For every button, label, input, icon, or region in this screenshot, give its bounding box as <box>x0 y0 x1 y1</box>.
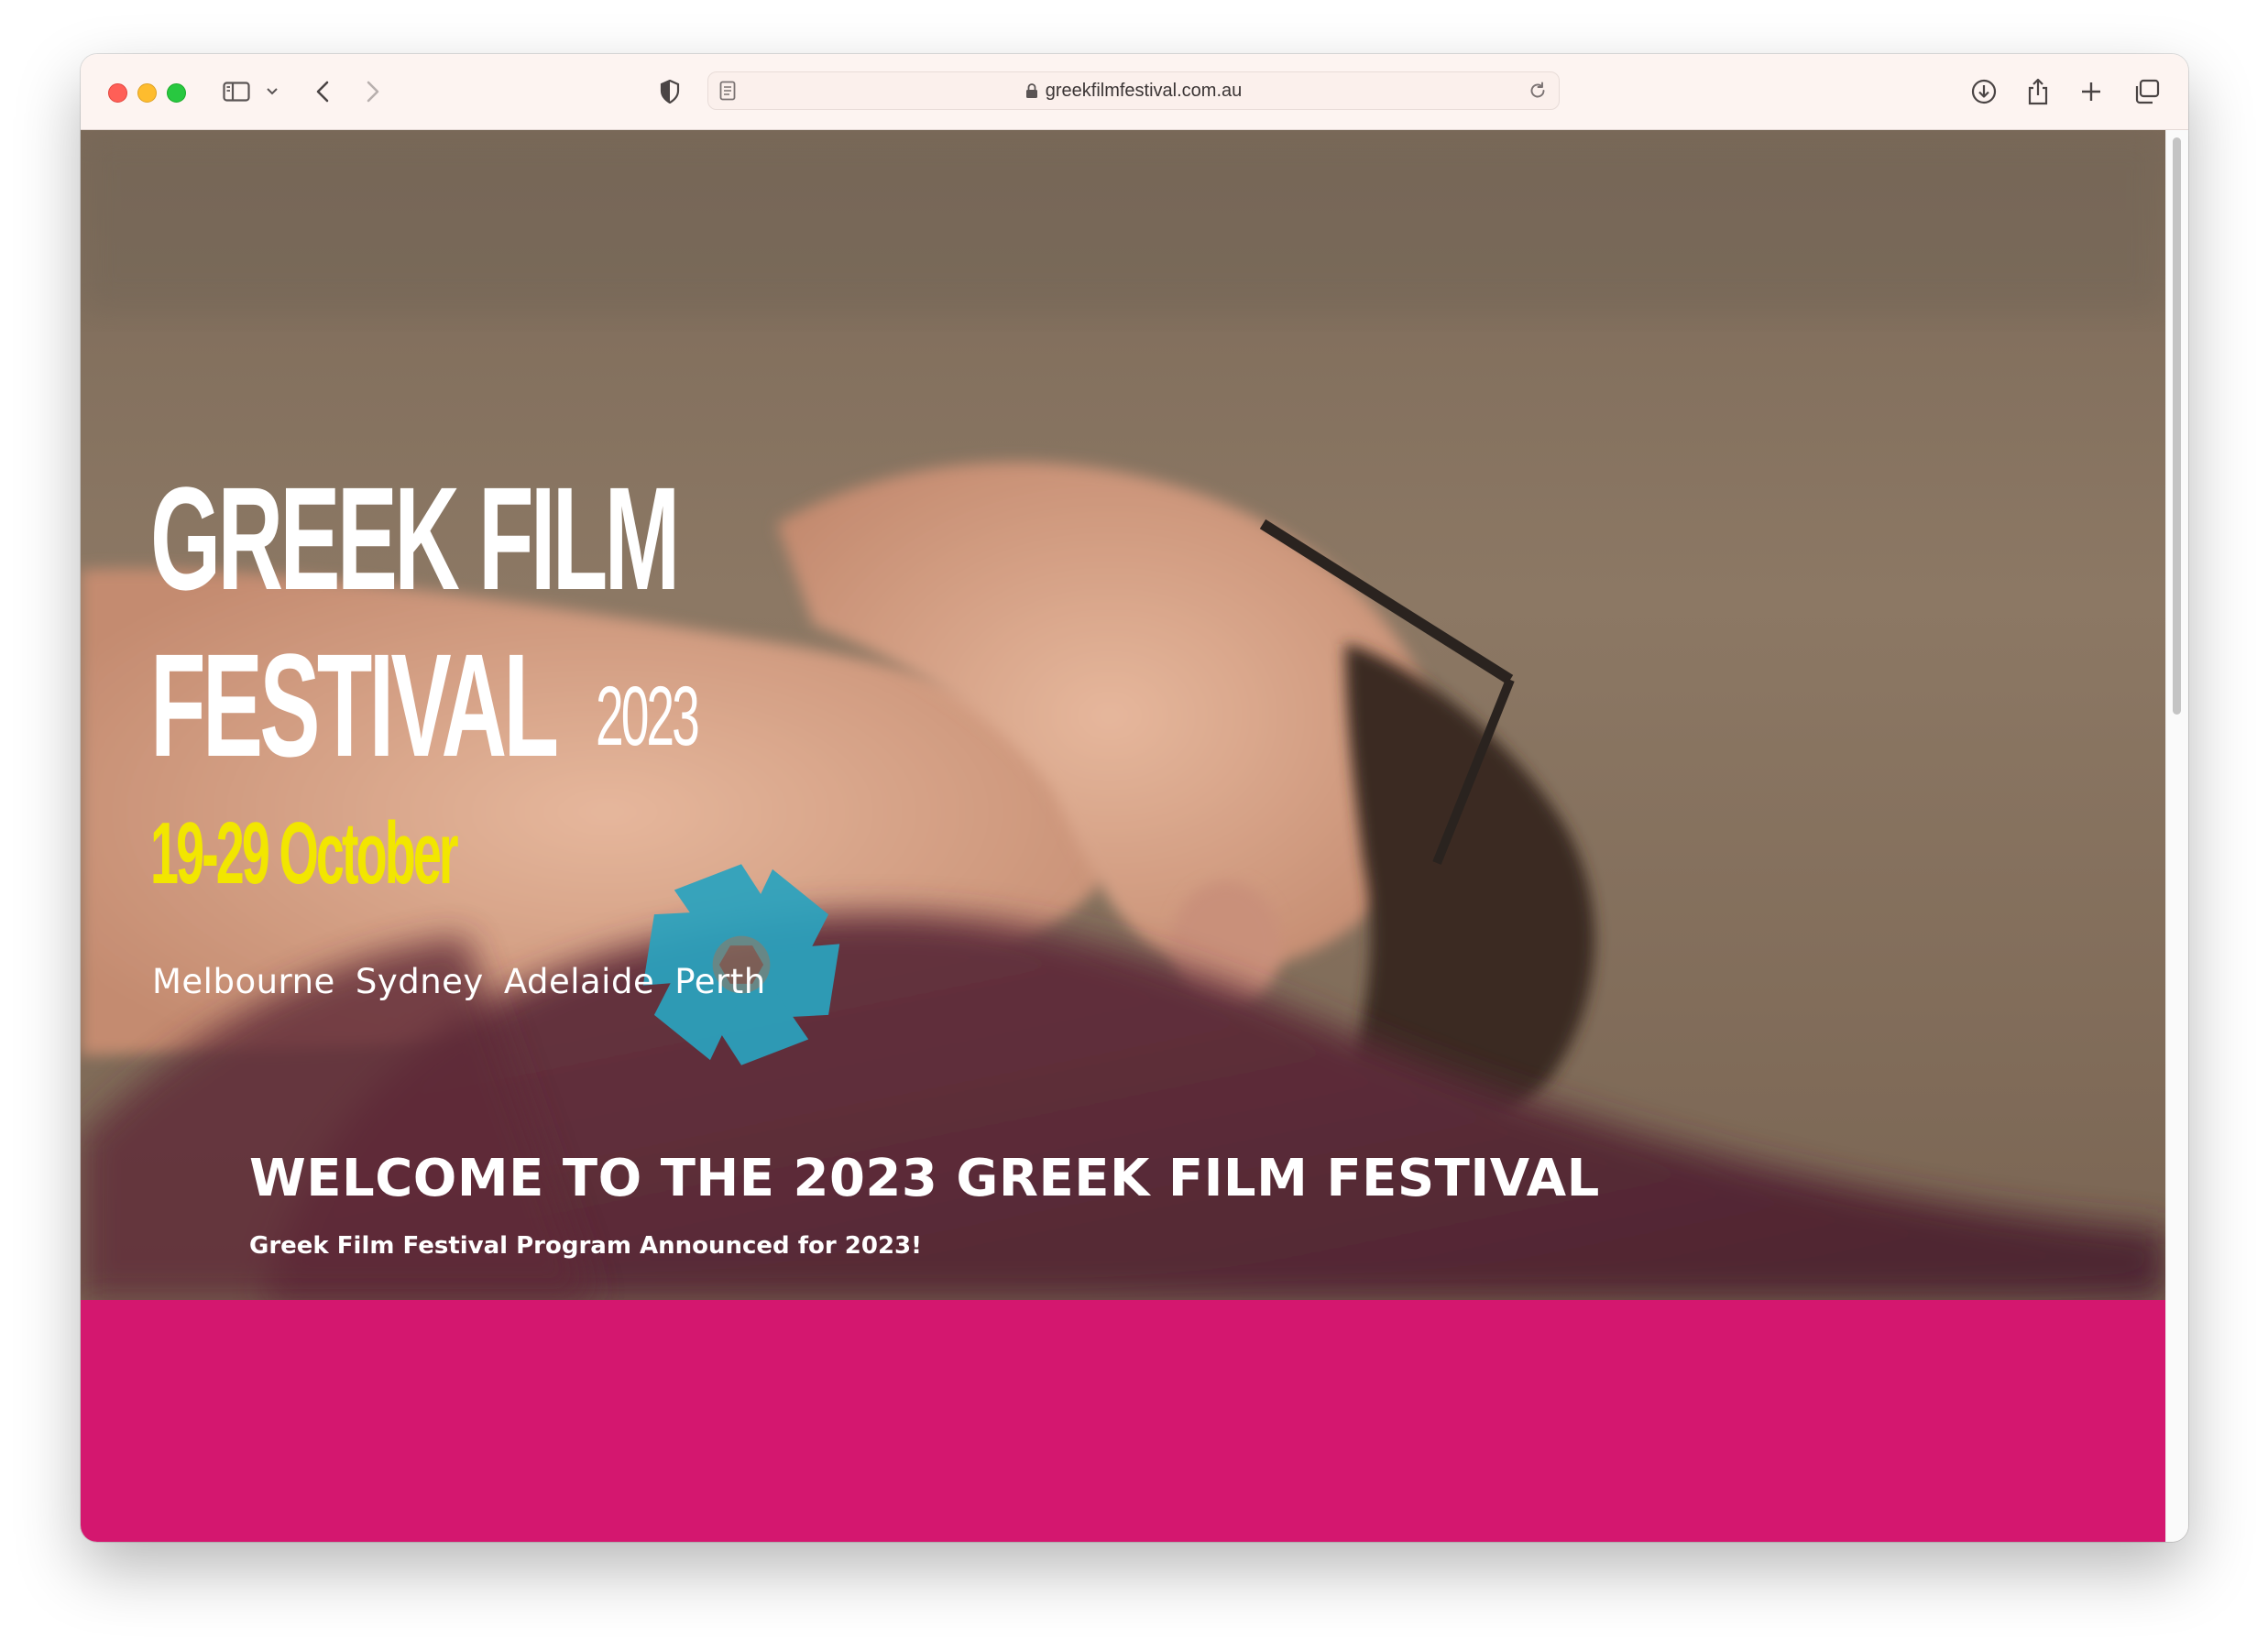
shield-icon[interactable] <box>658 74 682 109</box>
city-sydney: Sydney <box>355 962 484 1001</box>
logo-title-line2: FESTIVAL <box>150 623 559 787</box>
download-icon[interactable] <box>1970 74 1998 109</box>
sidebar-icon[interactable] <box>221 74 252 109</box>
city-adelaide: Adelaide <box>503 962 655 1001</box>
welcome-subheading[interactable]: Greek Film Festival Program Announced fo… <box>249 1232 922 1260</box>
city-perth: Perth <box>674 962 766 1001</box>
city-list: Melbourne Sydney Adelaide Perth <box>152 962 766 1001</box>
hero-banner: GREEK FILM FESTIVAL 2023 19-29 October M… <box>81 130 2166 1300</box>
page-content: GREEK FILM FESTIVAL 2023 19-29 October M… <box>81 130 2166 1542</box>
welcome-heading: WELCOME TO THE 2023 GREEK FILM FESTIVAL <box>249 1149 1600 1208</box>
share-icon[interactable] <box>2024 74 2052 109</box>
forward-icon[interactable] <box>362 74 384 109</box>
url-text: greekfilmfestival.com.au <box>1045 80 1243 101</box>
festival-dates: 19-29 October <box>150 804 459 902</box>
screenshot-stage: greekfilmfestival.com.au GREEK FILM FEST… <box>0 0 2268 1649</box>
lock-icon <box>1025 82 1038 99</box>
new-tab-icon[interactable] <box>2078 74 2104 109</box>
city-melbourne: Melbourne <box>152 962 335 1001</box>
browser-toolbar: greekfilmfestival.com.au <box>81 54 2188 130</box>
reload-icon[interactable] <box>1528 81 1548 105</box>
close-window-button[interactable] <box>108 83 127 103</box>
zoom-window-button[interactable] <box>167 83 186 103</box>
logo-title-line1: GREEK FILM <box>150 456 680 620</box>
chevron-down-icon[interactable] <box>265 74 279 109</box>
minimize-window-button[interactable] <box>137 83 157 103</box>
address-bar[interactable]: greekfilmfestival.com.au <box>707 71 1560 110</box>
logo-year: 2023 <box>596 670 700 763</box>
festival-logo[interactable]: GREEK FILM FESTIVAL 2023 19-29 October <box>150 456 840 1065</box>
scrollbar-thumb[interactable] <box>2173 137 2181 715</box>
browser-window: greekfilmfestival.com.au GREEK FILM FEST… <box>81 54 2188 1542</box>
page-scrollbar[interactable] <box>2165 130 2188 1542</box>
tabs-overview-icon[interactable] <box>2132 74 2162 109</box>
back-icon[interactable] <box>312 74 334 109</box>
url-display[interactable]: greekfilmfestival.com.au <box>708 72 1559 109</box>
